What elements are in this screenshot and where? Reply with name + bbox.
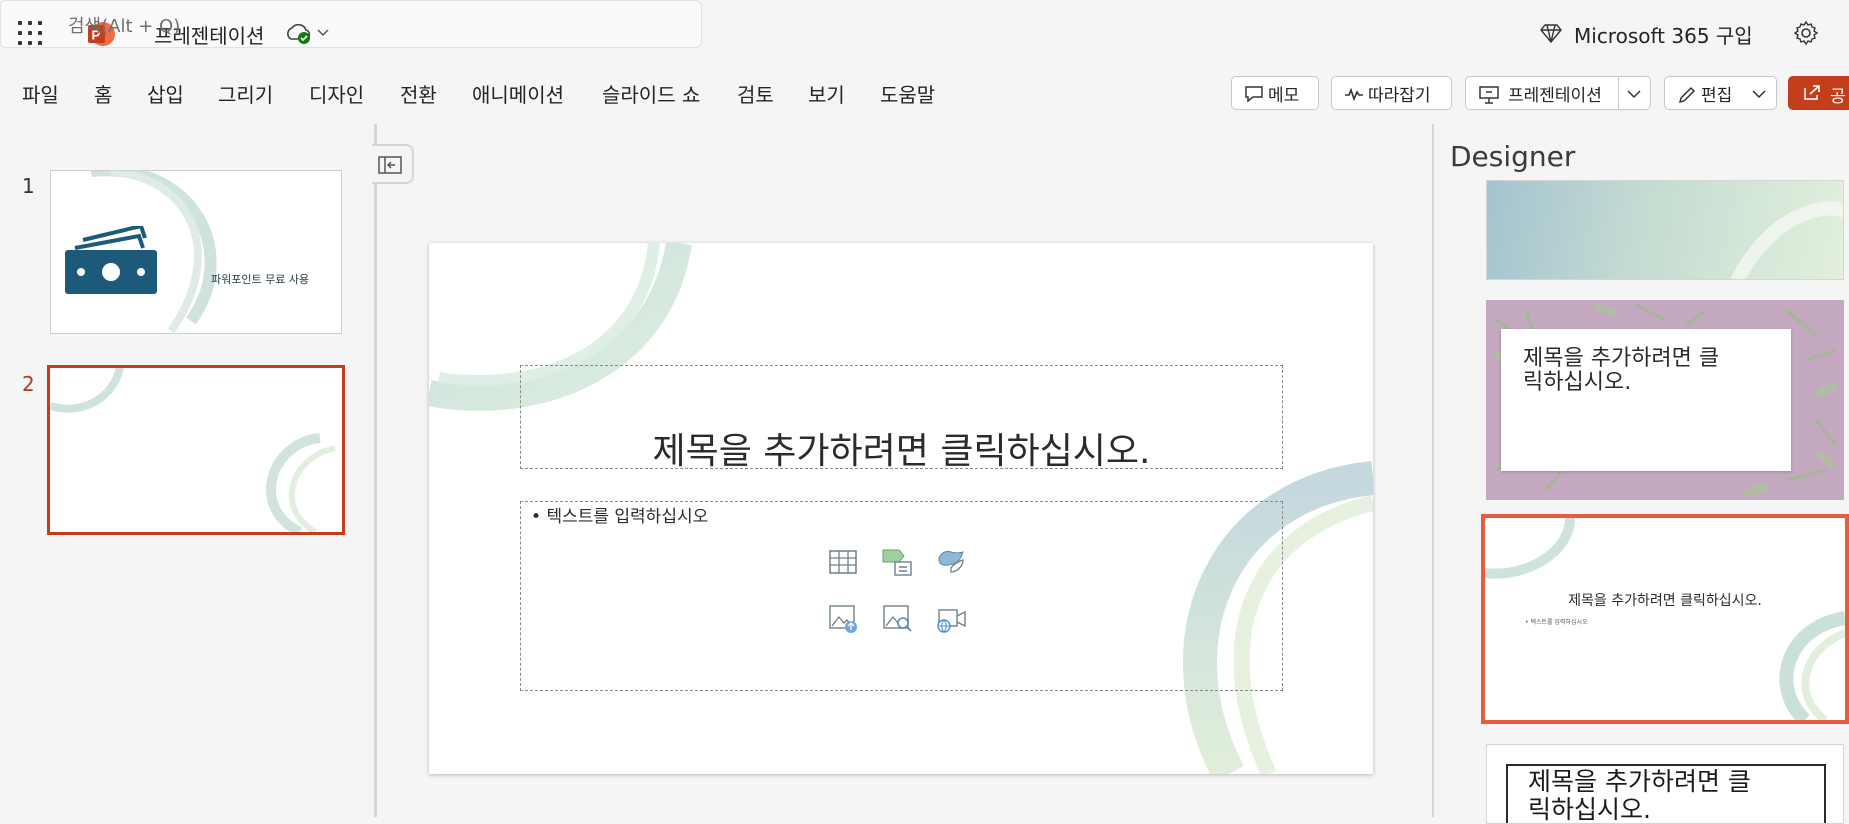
designer-pane-divider bbox=[1432, 124, 1434, 817]
insert-stock-image-icon[interactable] bbox=[881, 602, 913, 634]
design-idea-4-title: 제목을 추가하려면 클릭하십시오. bbox=[1528, 767, 1751, 824]
title-placeholder[interactable]: 제목을 추가하려면 클릭하십시오. bbox=[520, 365, 1283, 472]
comments-label: 메모 bbox=[1268, 85, 1300, 106]
insert-icons-icon[interactable] bbox=[935, 546, 967, 578]
tab-view[interactable]: 보기 bbox=[808, 79, 845, 108]
present-button[interactable]: 프레젠테이션 bbox=[1465, 76, 1651, 110]
slide-thumbnail-2[interactable] bbox=[47, 365, 345, 535]
tab-insert[interactable]: 삽입 bbox=[147, 79, 184, 108]
insert-picture-icon[interactable] bbox=[827, 602, 859, 634]
designer-pane-title: Designer bbox=[1450, 140, 1576, 173]
comments-button[interactable]: 메모 bbox=[1231, 76, 1319, 110]
catchup-label: 따라잡기 bbox=[1368, 85, 1431, 106]
collapse-pane-button[interactable] bbox=[372, 144, 414, 184]
tab-animations[interactable]: 애니메이션 bbox=[472, 79, 564, 108]
editing-label: 편집 bbox=[1701, 85, 1733, 106]
share-label: 공 bbox=[1830, 87, 1846, 107]
tab-transitions[interactable]: 전환 bbox=[400, 79, 437, 108]
search-placeholder: 검색(Alt + Q) bbox=[68, 16, 181, 37]
collapse-left-icon bbox=[378, 156, 402, 174]
slide-thumbnail-1[interactable]: 파워포인트 무료 사용 bbox=[50, 170, 342, 334]
slide-number-1: 1 bbox=[22, 174, 35, 198]
design-idea-1[interactable] bbox=[1486, 180, 1844, 280]
tab-home[interactable]: 홈 bbox=[94, 79, 112, 108]
design-idea-3-bullet: • 텍스트를 입력하십시오 bbox=[1525, 619, 1588, 626]
design-idea-3-title: 제목을 추가하려면 클릭하십시오. bbox=[1568, 593, 1762, 609]
editing-mode-button[interactable]: 편집 bbox=[1664, 76, 1777, 110]
pencil-icon bbox=[1678, 86, 1696, 104]
cloud-saved-icon[interactable] bbox=[284, 20, 314, 46]
tab-slideshow[interactable]: 슬라이드 쇼 bbox=[602, 79, 700, 108]
bullet-label: 텍스트를 입력하십시오 bbox=[546, 507, 709, 527]
slide-canvas[interactable]: 제목을 추가하려면 클릭하십시오. • 텍스트를 입력하십시오 bbox=[429, 243, 1373, 774]
presenter-icon bbox=[1479, 86, 1499, 104]
swoosh-decoration bbox=[50, 368, 336, 532]
design-idea-2-textbox: 제목을 추가하려면 클릭하십시오. bbox=[1501, 329, 1791, 471]
design-idea-4[interactable]: 제목을 추가하려면 클릭하십시오. bbox=[1486, 744, 1844, 824]
diamond-icon bbox=[1540, 24, 1562, 44]
thumbnail-pane-divider[interactable] bbox=[374, 124, 377, 817]
money-icon bbox=[65, 226, 157, 294]
catchup-button[interactable]: 따라잡기 bbox=[1331, 76, 1452, 110]
tab-draw[interactable]: 그리기 bbox=[218, 79, 273, 108]
tab-help[interactable]: 도움말 bbox=[880, 79, 935, 108]
split-divider bbox=[1618, 77, 1619, 109]
chevron-down-icon bbox=[1752, 90, 1766, 99]
slide-number-2: 2 bbox=[22, 372, 35, 396]
tab-review[interactable]: 검토 bbox=[737, 79, 774, 108]
design-idea-3[interactable]: 제목을 추가하려면 클릭하십시오. • 텍스트를 입력하십시오 bbox=[1481, 514, 1849, 724]
comment-icon bbox=[1245, 86, 1263, 103]
insert-video-icon[interactable] bbox=[935, 602, 967, 634]
content-placeholder[interactable]: • 텍스트를 입력하십시오 bbox=[520, 501, 1283, 691]
insert-smartart-icon[interactable] bbox=[881, 546, 913, 578]
tab-design[interactable]: 디자인 bbox=[309, 79, 364, 108]
design-idea-2[interactable]: 제목을 추가하려면 클릭하십시오. bbox=[1486, 300, 1844, 500]
share-icon bbox=[1804, 85, 1820, 100]
gear-icon[interactable] bbox=[1793, 20, 1819, 46]
thumbnail-title: 파워포인트 무료 사용 bbox=[211, 273, 310, 286]
design-idea-4-frame: 제목을 추가하려면 클릭하십시오. bbox=[1506, 764, 1826, 824]
slide-title: 제목을 추가하려면 클릭하십시오. bbox=[652, 431, 1151, 472]
pulse-icon bbox=[1345, 87, 1363, 102]
design-idea-2-title: 제목을 추가하려면 클릭하십시오. bbox=[1523, 346, 1720, 395]
app-launcher-icon[interactable] bbox=[18, 21, 42, 45]
share-button[interactable]: 공 bbox=[1788, 76, 1849, 110]
insert-table-icon[interactable] bbox=[827, 546, 859, 578]
buy-m365-link[interactable]: Microsoft 365 구입 bbox=[1574, 20, 1753, 49]
chevron-down-icon[interactable] bbox=[315, 24, 331, 40]
tab-file[interactable]: 파일 bbox=[22, 79, 59, 108]
chevron-down-icon[interactable] bbox=[1626, 87, 1642, 101]
present-label: 프레젠테이션 bbox=[1508, 85, 1602, 106]
bullet-text: • 텍스트를 입력하십시오 bbox=[531, 507, 709, 527]
title-bar: P 프레젠테이션 검색(Alt + Q) Microsoft 365 구입 bbox=[0, 0, 1849, 66]
swoosh-decoration bbox=[1730, 201, 1843, 279]
